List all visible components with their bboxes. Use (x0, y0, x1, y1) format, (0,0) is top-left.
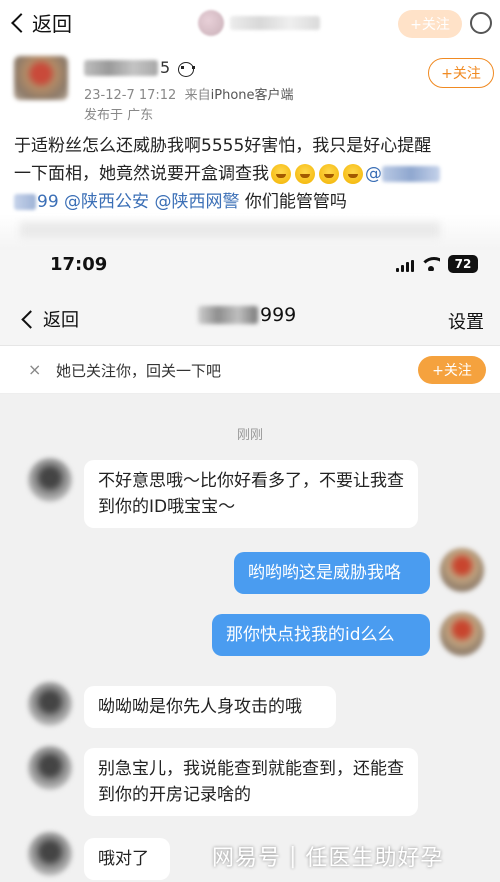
watermark-separator: | (289, 843, 298, 869)
mention-partial[interactable]: 99 (37, 188, 59, 216)
post-author-avatar[interactable] (14, 56, 68, 100)
avatar[interactable] (28, 458, 72, 502)
post-line-2: 一下面相，她竟然说要开盒调查我 @ (14, 160, 496, 188)
follow-back-button[interactable]: +关注 (418, 356, 486, 384)
message-bubble: 别急宝儿，我说能查到就能查到，还能查到你的开房记录啥的 (84, 748, 418, 816)
message-bubble: 哟哟哟这是威胁我咯 (234, 552, 430, 594)
avatar[interactable] (28, 746, 72, 790)
post-source[interactable]: iPhone客户端 (211, 88, 294, 103)
post-date: 23-12-7 17:12 (84, 88, 177, 103)
post-tail-text: 你们能管管吗 (244, 192, 347, 212)
message-bubble: 哦对了 (84, 838, 170, 880)
chat-title-suffix: 999 (260, 304, 297, 326)
wifi-icon (422, 257, 440, 271)
avatar[interactable] (28, 682, 72, 726)
phone-status-bar: 17:09 72 (0, 250, 500, 280)
top-bar: 返回 +关注 (0, 0, 500, 46)
watermark: 网易号 | 任医生助好孕 (212, 840, 443, 872)
blurred-mention (382, 166, 440, 182)
mention-shaanxi-cyber-police[interactable]: @陕西网警 (154, 188, 239, 216)
post-meta: 23-12-7 17:12 来自iPhone客户端 (84, 84, 294, 103)
back-button[interactable]: 返回 (8, 8, 72, 37)
chat-back-label: 返回 (43, 310, 79, 331)
post-body: 于适粉丝怎么还威胁我啊5555好害怕，我只是好心提醒 一下面相，她竟然说要开盒调… (14, 132, 496, 216)
post-follow-button[interactable]: +关注 (428, 58, 494, 88)
avatar[interactable] (28, 832, 72, 876)
chat-back-button[interactable]: 返回 (21, 306, 79, 332)
avatar[interactable] (440, 612, 484, 656)
crying-emoji-icon (271, 164, 291, 184)
battery-icon: 72 (448, 255, 478, 273)
back-label: 返回 (32, 12, 72, 36)
crying-emoji-icon (319, 164, 339, 184)
banner-text: 她已关注你，回关一下吧 (56, 362, 222, 380)
panda-icon (176, 60, 196, 77)
status-time: 17:09 (50, 254, 108, 275)
avatar[interactable] (440, 548, 484, 592)
message-bubble: 那你快点找我的id么么 (212, 614, 430, 656)
post-line-3: 99 @陕西公安 @陕西网警 你们能管管吗 (14, 188, 496, 216)
mention-shaanxi-police[interactable]: @陕西公安 (64, 188, 149, 216)
blurred-username (198, 306, 258, 324)
follow-back-banner: × 她已关注你，回关一下吧 +关注 (0, 346, 500, 394)
chevron-left-icon (21, 309, 40, 329)
chevron-left-icon (11, 12, 31, 33)
blurred-username (230, 16, 320, 30)
crying-emoji-icon (343, 164, 363, 184)
chat-title: 999 (198, 304, 296, 326)
post-location: 发布于 广东 (84, 108, 154, 123)
post-source-prefix: 来自 (184, 88, 211, 103)
watermark-account: 任医生助好孕 (305, 846, 444, 871)
username-suffix: 5 (160, 58, 171, 77)
post-author-name[interactable]: 5 (84, 58, 196, 77)
avatar[interactable] (198, 10, 224, 36)
crying-emoji-icon (295, 164, 315, 184)
message-bubble: 不好意思哦～比你好看多了，不要让我查到你的ID哦宝宝～ (84, 460, 418, 528)
chat-header: 返回 999 设置 (0, 280, 500, 346)
more-icon[interactable] (470, 12, 492, 34)
post-line-1: 于适粉丝怎么还威胁我啊5555好害怕，我只是好心提醒 (14, 136, 432, 156)
message-bubble: 呦呦呦是你先人身攻击的哦 (84, 686, 336, 728)
mention-at[interactable]: @ (365, 160, 382, 188)
blurred-region (0, 214, 500, 252)
follow-button[interactable]: +关注 (398, 10, 462, 38)
blurred-mention (14, 194, 36, 210)
watermark-platform: 网易号 (212, 846, 282, 871)
signal-icon (396, 260, 416, 272)
post-line-2-text: 一下面相，她竟然说要开盒调查我 (14, 164, 269, 184)
blurred-username (84, 59, 158, 76)
close-icon[interactable]: × (28, 360, 41, 379)
chat-timestamp: 刚刚 (236, 428, 263, 443)
settings-button[interactable]: 设置 (448, 308, 484, 334)
